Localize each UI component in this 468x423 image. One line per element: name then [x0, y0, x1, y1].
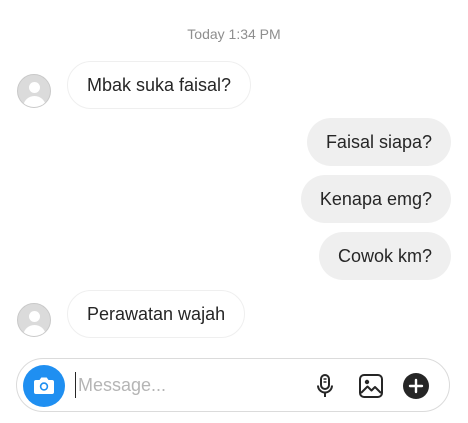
message-input[interactable]: [75, 372, 298, 398]
microphone-icon: [317, 374, 333, 397]
gallery-button[interactable]: [357, 372, 385, 400]
avatar-shoulders-shape: [23, 96, 46, 107]
chat-screen: Today 1:34 PM Mbak suka faisal? Faisal s…: [0, 0, 468, 423]
avatar-head-shape: [29, 82, 40, 93]
message-bubble-incoming[interactable]: Perawatan wajah: [67, 290, 246, 338]
contact-avatar[interactable]: [17, 74, 51, 108]
message-bubble-outgoing[interactable]: Faisal siapa?: [306, 118, 451, 166]
plus-circle-icon: [403, 373, 429, 399]
camera-button[interactable]: [23, 365, 65, 407]
message-bubble-outgoing[interactable]: Kenapa emg?: [300, 175, 451, 223]
camera-icon: [34, 377, 54, 394]
add-button[interactable]: [402, 372, 430, 400]
contact-avatar[interactable]: [17, 303, 51, 337]
message-bubble-outgoing[interactable]: Cowok km?: [318, 232, 451, 280]
voice-message-button[interactable]: [311, 372, 339, 400]
avatar-head-shape: [29, 311, 40, 322]
message-bubble-incoming[interactable]: Mbak suka faisal?: [67, 61, 252, 109]
message-composer: [16, 358, 450, 412]
avatar-shoulders-shape: [23, 325, 46, 336]
message-timestamp: Today 1:34 PM: [187, 26, 281, 42]
gallery-icon: [359, 374, 383, 398]
